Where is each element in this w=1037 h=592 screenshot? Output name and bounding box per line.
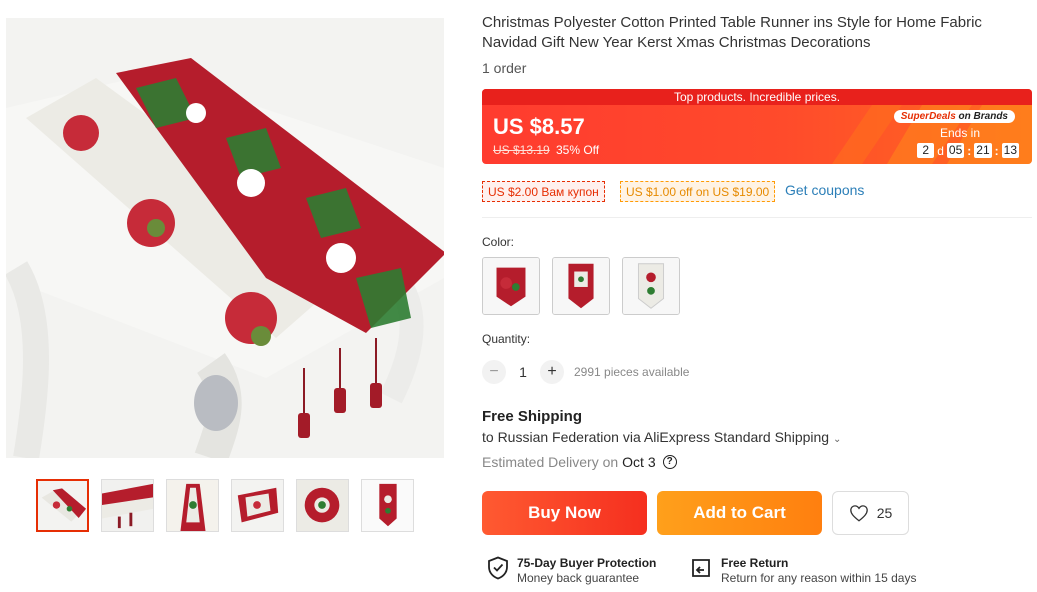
- estimated-delivery-date: Oct 3: [622, 454, 656, 470]
- wishlist-button[interactable]: 25: [832, 491, 909, 535]
- estimated-delivery-label: Estimated Delivery on: [482, 454, 619, 470]
- discount-percent: 35% Off: [556, 143, 600, 157]
- buyer-protection: 75-Day Buyer Protection Money back guara…: [487, 556, 656, 586]
- return-title: Free Return: [721, 556, 789, 570]
- color-label: Color:: [482, 235, 515, 249]
- free-return: Free Return Return for any reason within…: [689, 556, 916, 586]
- buy-now-button[interactable]: Buy Now: [482, 491, 647, 535]
- order-count: 1 order: [482, 60, 527, 76]
- shipping-method: to Russian Federation via AliExpress Sta…: [482, 429, 830, 445]
- chevron-down-icon: ⌄: [832, 434, 842, 445]
- color-option-1[interactable]: [482, 257, 540, 315]
- protection-title: 75-Day Buyer Protection: [517, 556, 657, 570]
- superdeals-banner: Top products. Incredible prices. US $8.5…: [482, 89, 1032, 164]
- countdown-separator: :: [967, 143, 972, 158]
- coupon-store[interactable]: US $2.00 Вам купон: [482, 181, 605, 202]
- help-circle-icon[interactable]: ?: [662, 455, 677, 469]
- original-price: US $13.19: [493, 143, 550, 157]
- superdeals-badge: SuperDeals on Brands: [893, 110, 1015, 123]
- table-runner-photo: [6, 18, 444, 458]
- badge-prefix: SuperDeals: [900, 111, 956, 122]
- add-to-cart-button[interactable]: Add to Cart: [657, 491, 822, 535]
- quantity-decrease-button[interactable]: −: [482, 360, 506, 384]
- ends-in-label: Ends in: [939, 126, 980, 140]
- countdown-days: 2: [917, 143, 935, 158]
- thumbnail-strip: [36, 479, 414, 532]
- wishlist-count: 25: [876, 505, 893, 521]
- protection-subtitle: Money back guarantee: [517, 571, 640, 585]
- countdown-seconds: 13: [1001, 143, 1019, 158]
- return-subtitle: Return for any reason within 15 days: [721, 571, 917, 585]
- sale-price: US $8.57: [493, 114, 585, 139]
- coupon-select[interactable]: US $1.00 off on US $19.00: [620, 181, 776, 202]
- quantity-label: Quantity:: [482, 332, 531, 346]
- countdown-timer: 2 d 05 : 21 : 13: [917, 143, 1019, 158]
- banner-headline: Top products. Incredible prices.: [482, 89, 1032, 105]
- badge-suffix: on Brands: [955, 111, 1008, 122]
- thumbnail-1[interactable]: [36, 479, 89, 532]
- main-product-image[interactable]: [6, 18, 444, 458]
- thumbnail-4[interactable]: [231, 479, 284, 532]
- countdown-hours: 05: [946, 143, 965, 158]
- shipping-destination[interactable]: to Russian Federation via AliExpress Sta…: [482, 429, 841, 445]
- divider: [482, 217, 1032, 218]
- product-title: Christmas Polyester Cotton Printed Table…: [482, 14, 982, 51]
- thumbnail-6[interactable]: [361, 479, 414, 532]
- get-coupons-link[interactable]: Get coupons: [785, 182, 864, 198]
- thumbnail-3[interactable]: [166, 479, 219, 532]
- thumbnail-2[interactable]: [101, 479, 154, 532]
- thumbnail-5[interactable]: [296, 479, 349, 532]
- countdown-days-unit: d: [937, 143, 944, 158]
- countdown-separator: :: [994, 143, 999, 158]
- quantity-available: 2991 pieces available: [574, 365, 690, 379]
- quantity-increase-button[interactable]: +: [540, 360, 564, 384]
- quantity-input[interactable]: 1: [506, 364, 540, 380]
- return-box-icon: [692, 559, 710, 577]
- quantity-stepper: − 1 + 2991 pieces available: [482, 360, 689, 384]
- color-swatches: [482, 257, 680, 315]
- shipping-title: Free Shipping: [482, 408, 583, 425]
- estimated-delivery: Estimated Delivery on Oct 3 ?: [482, 454, 677, 470]
- color-option-3[interactable]: [622, 257, 680, 315]
- shield-check-icon: [488, 556, 508, 580]
- countdown-minutes: 21: [974, 143, 992, 158]
- heart-icon: [849, 505, 868, 522]
- color-option-2[interactable]: [552, 257, 610, 315]
